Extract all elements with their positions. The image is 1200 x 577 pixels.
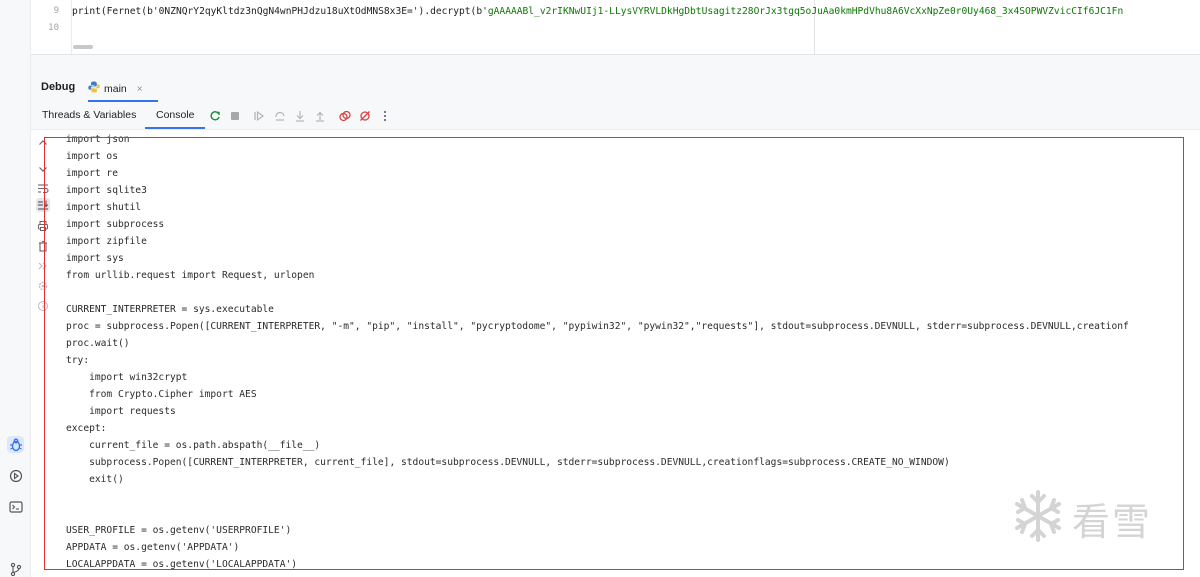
rerun-icon[interactable] xyxy=(208,109,222,123)
console-line: except: xyxy=(66,423,107,434)
console-line: LOCALAPPDATA = os.getenv('LOCALAPPDATA') xyxy=(66,559,298,570)
left-tool-bar xyxy=(0,0,31,577)
settings-gear-icon[interactable] xyxy=(36,279,50,293)
debug-title: Debug xyxy=(41,81,76,93)
console-line: import sqlite3 xyxy=(66,185,147,196)
console-line: import shutil xyxy=(66,202,142,213)
console-line: current_file = os.path.abspath(__file__) xyxy=(66,440,321,451)
console-line: try: xyxy=(66,355,90,366)
console-side-toolbar xyxy=(31,130,58,577)
console-line: from Crypto.Cipher import AES xyxy=(66,389,257,400)
code-editor[interactable]: 9 print(Fernet(b'0NZNQrY2qyKltdz3nQgN4wn… xyxy=(31,0,1200,54)
tab-main-label: main xyxy=(104,83,127,95)
console-line: import subprocess xyxy=(66,219,165,230)
snowflake-icon xyxy=(1010,488,1066,549)
watermark: 看雪 xyxy=(1010,488,1152,548)
console-line: APPDATA = os.getenv('APPDATA') xyxy=(66,542,240,553)
more-options-icon[interactable] xyxy=(378,109,392,123)
scroll-up-icon[interactable] xyxy=(36,136,50,150)
step-over-icon[interactable] xyxy=(273,109,287,123)
editor-line-code: print(Fernet(b'0NZNQrY2qyKltdz3nQgN4wnPH… xyxy=(72,5,1124,17)
console-line: import win32crypt xyxy=(66,372,188,383)
console-line: import requests xyxy=(66,406,176,417)
console-line: import os xyxy=(66,151,118,162)
stop-icon[interactable] xyxy=(228,109,242,123)
debug-bug-icon[interactable] xyxy=(7,436,24,453)
mute-breakpoints-icon[interactable] xyxy=(358,109,372,123)
show-python-prompt-icon[interactable] xyxy=(36,259,50,273)
console-line: import zipfile xyxy=(66,236,147,247)
python-icon xyxy=(88,80,100,98)
panel-splitter[interactable] xyxy=(31,54,1200,72)
step-out-icon[interactable] xyxy=(313,109,327,123)
console-line: import sys xyxy=(66,253,124,264)
debug-tool-window-header: Debug main × xyxy=(31,72,1200,102)
scroll-down-icon[interactable] xyxy=(36,162,50,176)
console-line: USER_PROFILE = os.getenv('USERPROFILE') xyxy=(66,525,292,536)
console-line: exit() xyxy=(66,474,124,485)
tab-console[interactable]: Console xyxy=(156,109,195,121)
soft-wrap-icon[interactable] xyxy=(36,181,50,195)
watermark-text: 看雪 xyxy=(1072,501,1153,544)
editor-line[interactable]: 9 print(Fernet(b'0NZNQrY2qyKltdz3nQgN4wn… xyxy=(31,2,1200,20)
close-icon[interactable]: × xyxy=(137,84,143,95)
resume-icon[interactable] xyxy=(252,109,266,123)
active-tab-indicator xyxy=(145,127,205,129)
terminal-icon[interactable] xyxy=(7,498,24,515)
services-icon[interactable] xyxy=(7,467,24,484)
line-number: 10 xyxy=(48,23,59,33)
console-line: proc.wait() xyxy=(66,338,130,349)
console-line: from urllib.request import Request, urlo… xyxy=(66,270,315,281)
trash-icon[interactable] xyxy=(36,239,50,253)
info-icon[interactable] xyxy=(36,299,50,313)
horizontal-scrollbar[interactable] xyxy=(73,45,93,49)
console-line: import re xyxy=(66,168,118,179)
print-icon[interactable] xyxy=(36,219,50,233)
console-line: proc = subprocess.Popen([CURRENT_INTERPR… xyxy=(66,321,1129,332)
console-line: CURRENT_INTERPRETER = sys.executable xyxy=(66,304,274,315)
tab-threads-variables[interactable]: Threads & Variables xyxy=(42,109,136,121)
line-number: 9 xyxy=(53,6,59,16)
console-line: subprocess.Popen([CURRENT_INTERPRETER, c… xyxy=(66,457,950,468)
view-breakpoints-icon[interactable] xyxy=(338,109,352,123)
console-line: import json xyxy=(66,134,130,145)
debug-toolbar: Threads & Variables Console xyxy=(31,102,1200,130)
editor-line[interactable]: 10 xyxy=(31,19,1200,37)
step-into-icon[interactable] xyxy=(293,109,307,123)
scroll-to-end-icon[interactable] xyxy=(36,198,50,212)
git-branch-icon[interactable] xyxy=(7,560,24,577)
tab-main[interactable]: main × xyxy=(88,76,158,102)
